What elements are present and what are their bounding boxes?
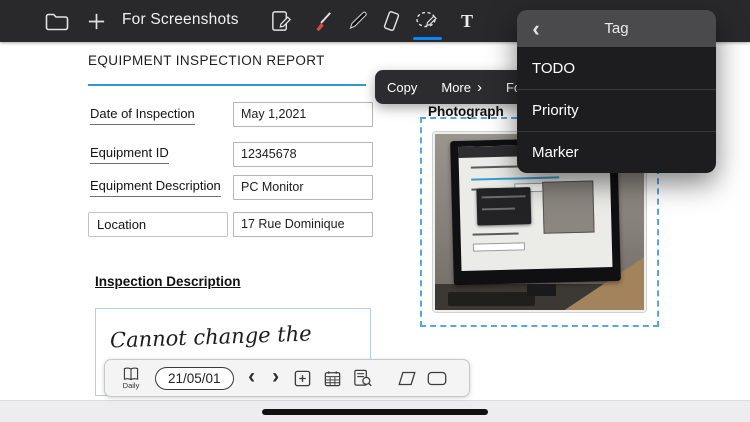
folder-icon — [45, 13, 69, 30]
calendar-icon — [324, 370, 341, 386]
daily-label: Daily — [122, 380, 140, 390]
chevron-right-icon: › — [272, 365, 280, 388]
section-title: Inspection Description — [95, 274, 241, 289]
title-rule — [88, 84, 366, 86]
photo-mini-line — [472, 232, 518, 236]
photo-monitor-stand — [526, 283, 557, 296]
journal-toolbar: Daily 21/05/01 ‹ › — [104, 359, 470, 397]
field-label-equipment-id: Equipment ID — [90, 145, 169, 164]
photo-mini-photo — [542, 180, 595, 235]
copy-button[interactable]: Copy — [375, 70, 429, 104]
text-tool-icon: T — [460, 10, 473, 31]
back-button[interactable]: ‹ — [521, 10, 551, 47]
eraser-tool-button[interactable] — [376, 6, 406, 36]
documents-button[interactable] — [42, 6, 72, 36]
lasso-pen-icon — [416, 11, 437, 28]
tag-menu-header: ‹ Tag — [517, 10, 716, 47]
parallelogram-tool-button[interactable] — [392, 361, 422, 395]
app-screen: For Screenshots T EQUIPMENT INSPECTION R… — [0, 0, 750, 422]
home-indicator[interactable] — [262, 409, 488, 415]
eraser-icon — [383, 10, 399, 31]
parallelogram-icon — [397, 371, 416, 385]
brush-icon — [315, 11, 331, 31]
field-label-date: Date of Inspection — [90, 106, 195, 125]
tag-menu-popup: ‹ Tag TODO Priority Marker — [517, 10, 716, 173]
annotation-tool-button[interactable] — [266, 6, 296, 36]
chevron-left-icon: ‹ — [248, 365, 256, 388]
field-value-equipment-id[interactable]: 12345678 — [233, 142, 373, 167]
page-search-icon — [354, 369, 372, 387]
more-button[interactable]: More › — [429, 70, 494, 104]
photo-keyboard — [447, 292, 536, 307]
photo-mini-box — [472, 242, 525, 253]
add-page-icon — [294, 370, 311, 386]
calendar-button[interactable] — [318, 361, 348, 395]
text-tool-button[interactable]: T — [452, 6, 482, 36]
chevron-right-icon: › — [476, 78, 482, 96]
selection-context-menu: Copy More › For — [375, 70, 527, 104]
field-label-equipment-description: Equipment Description — [90, 178, 221, 197]
rounded-rectangle-icon — [427, 371, 446, 385]
tag-menu-item-marker[interactable]: Marker — [517, 131, 716, 173]
date-field[interactable]: 21/05/01 — [155, 366, 234, 390]
add-page-toolbar-button[interactable] — [81, 6, 111, 36]
tag-menu-item-todo[interactable]: TODO — [517, 47, 716, 89]
field-value-date[interactable]: May 1,2021 — [233, 102, 373, 127]
tag-menu-list: TODO Priority Marker — [517, 47, 716, 173]
active-tool-indicator — [413, 37, 442, 40]
previous-day-button[interactable]: ‹ — [240, 366, 264, 390]
field-value-location[interactable]: 17 Rue Dominique — [233, 212, 373, 237]
bottom-strip — [0, 400, 750, 422]
handwriting-text: Cannot change the — [109, 321, 313, 353]
add-page-button[interactable] — [288, 361, 318, 395]
photo-mini-popup — [476, 187, 532, 226]
tag-menu-item-priority[interactable]: Priority — [517, 89, 716, 131]
pen-tool-button[interactable] — [342, 6, 372, 36]
plus-icon — [88, 13, 104, 29]
photo-mini-rule — [471, 176, 559, 181]
rectangle-tool-button[interactable] — [422, 361, 452, 395]
chevron-left-icon: ‹ — [532, 15, 540, 41]
notebook-title: For Screenshots — [122, 11, 239, 28]
document-pen-icon — [271, 10, 291, 31]
tag-menu-title: Tag — [604, 20, 629, 37]
field-label-location: Location — [88, 212, 228, 237]
page-search-button[interactable] — [348, 361, 378, 395]
daily-notebook-icon — [123, 367, 139, 381]
next-day-button[interactable]: › — [264, 366, 288, 390]
lasso-tool-button[interactable] — [412, 6, 442, 36]
field-value-equipment-description[interactable]: PC Monitor — [233, 175, 373, 200]
daily-view-button[interactable]: Daily — [113, 361, 149, 395]
pen-icon — [349, 11, 367, 29]
brush-tool-button[interactable] — [307, 6, 337, 36]
page-title: EQUIPMENT INSPECTION REPORT — [88, 53, 325, 68]
